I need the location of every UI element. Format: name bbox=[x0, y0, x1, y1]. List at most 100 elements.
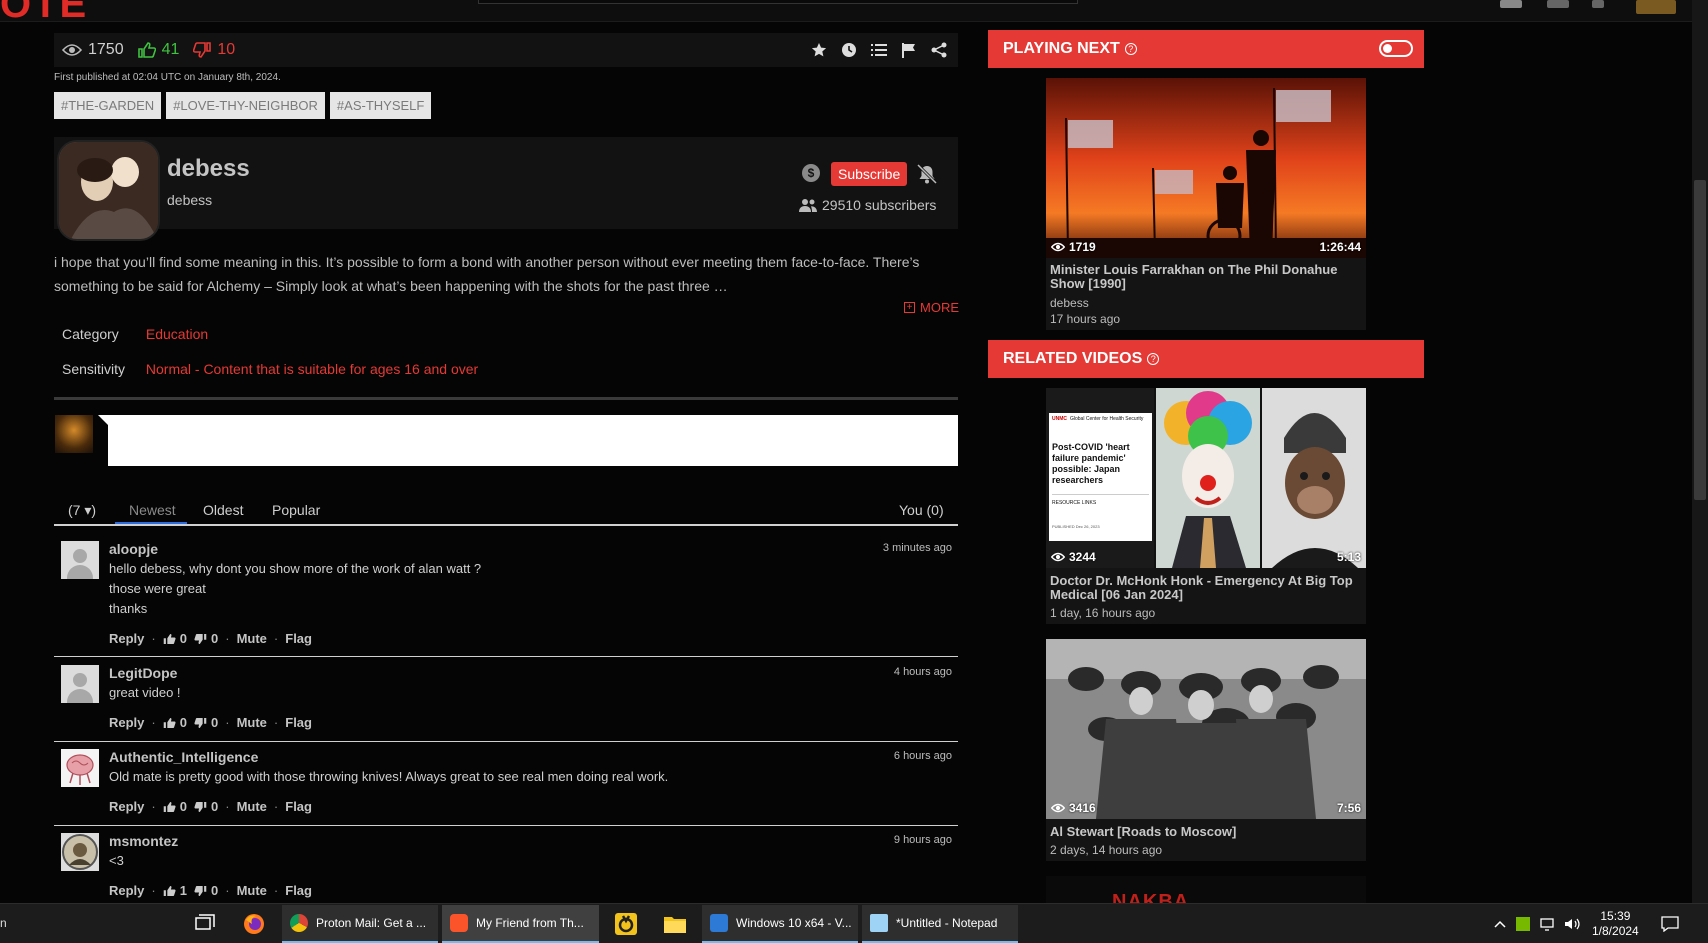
commenter-name[interactable]: Authentic_Intelligence bbox=[109, 749, 258, 765]
reply-button[interactable]: Reply bbox=[109, 631, 144, 646]
star-icon[interactable] bbox=[1500, 0, 1522, 8]
video-card[interactable]: UNMC Global Center for Health Security Po… bbox=[1046, 388, 1366, 624]
channel-avatar[interactable] bbox=[57, 140, 160, 241]
video-title[interactable]: Al Stewart [Roads to Moscow] bbox=[1050, 825, 1362, 839]
tab-newest[interactable]: Newest bbox=[129, 502, 176, 518]
video-thumbnail[interactable] bbox=[1046, 639, 1366, 819]
flag-button[interactable]: Flag bbox=[285, 715, 312, 730]
tab-oldest[interactable]: Oldest bbox=[203, 502, 243, 518]
more-button[interactable]: + MORE bbox=[904, 300, 959, 315]
comment-count-dropdown[interactable]: (7 ▾) bbox=[68, 502, 96, 519]
thumbs-down-icon bbox=[193, 42, 212, 58]
file-explorer-icon[interactable] bbox=[663, 912, 687, 936]
comment-input[interactable] bbox=[108, 415, 958, 466]
playlist-icon[interactable] bbox=[870, 41, 888, 59]
tag-link[interactable]: #AS-THYSELF bbox=[329, 92, 432, 119]
commenter-name[interactable]: aloopje bbox=[109, 541, 158, 557]
mute-button[interactable]: Mute bbox=[237, 631, 267, 646]
subscribe-button[interactable]: Subscribe bbox=[831, 162, 908, 186]
commenter-avatar[interactable] bbox=[61, 665, 99, 703]
flag-icon[interactable] bbox=[900, 41, 918, 59]
video-card[interactable]: 1719 1:26:44 Minister Louis Farrakhan on… bbox=[1046, 78, 1366, 330]
flag-button[interactable]: Flag bbox=[285, 883, 312, 898]
help-icon[interactable]: ? bbox=[1147, 353, 1160, 365]
nvidia-icon[interactable] bbox=[1516, 917, 1530, 931]
taskbar-app-brave[interactable]: My Friend from Th... bbox=[442, 905, 599, 943]
taskbar-app-vmware[interactable]: Windows 10 x64 - V... bbox=[702, 905, 858, 943]
tag-link[interactable]: #LOVE-THY-NEIGHBOR bbox=[166, 92, 325, 119]
flag-button[interactable]: Flag bbox=[285, 631, 312, 646]
firefox-icon[interactable] bbox=[242, 912, 266, 936]
like-button[interactable]: 41 bbox=[137, 41, 179, 59]
my-avatar bbox=[55, 415, 93, 453]
app-icon-yellow[interactable] bbox=[614, 912, 638, 936]
scrollbar[interactable] bbox=[1692, 0, 1708, 903]
clock-icon[interactable] bbox=[840, 41, 858, 59]
bell-icon[interactable] bbox=[1592, 0, 1604, 8]
commenter-name[interactable]: msmontez bbox=[109, 833, 178, 849]
mute-button[interactable]: Mute bbox=[237, 715, 267, 730]
upvote-button[interactable]: 0 bbox=[163, 715, 187, 730]
comment-text: great video ! bbox=[109, 685, 181, 700]
user-avatar[interactable] bbox=[1636, 0, 1676, 14]
tab-you[interactable]: You (0) bbox=[899, 502, 944, 518]
upvote-button[interactable]: 1 bbox=[163, 883, 187, 898]
video-title[interactable]: Minister Louis Farrakhan on The Phil Don… bbox=[1050, 263, 1362, 291]
eye-icon bbox=[1051, 242, 1065, 252]
upvote-button[interactable]: 0 bbox=[163, 799, 187, 814]
channel-name[interactable]: debess bbox=[167, 155, 250, 183]
tab-popular[interactable]: Popular bbox=[272, 502, 320, 518]
upload-icon[interactable] bbox=[1547, 0, 1569, 8]
scrollbar-thumb[interactable] bbox=[1694, 180, 1706, 500]
category-link[interactable]: Education bbox=[146, 326, 208, 342]
related-videos-header: RELATED VIDEOS ? bbox=[988, 340, 1424, 378]
commenter-avatar[interactable] bbox=[61, 541, 99, 579]
share-icon[interactable] bbox=[930, 41, 948, 59]
site-logo[interactable]: OTE bbox=[0, 0, 88, 21]
thumbs-down-icon bbox=[194, 801, 207, 812]
video-card[interactable]: NAKBA bbox=[1046, 876, 1366, 903]
chevron-up-icon[interactable] bbox=[1493, 917, 1507, 931]
upvote-button[interactable]: 0 bbox=[163, 631, 187, 646]
eye-icon bbox=[1051, 552, 1065, 562]
video-thumbnail[interactable] bbox=[1046, 78, 1366, 258]
notifications-icon[interactable] bbox=[1661, 916, 1679, 933]
network-icon[interactable] bbox=[1540, 917, 1554, 931]
taskbar-app-chrome[interactable]: Proton Mail: Get a ... bbox=[282, 905, 438, 943]
downvote-button[interactable]: 0 bbox=[194, 799, 218, 814]
search-input[interactable] bbox=[478, 0, 1078, 4]
help-icon[interactable]: ? bbox=[1124, 43, 1137, 55]
reply-button[interactable]: Reply bbox=[109, 715, 144, 730]
task-view-icon[interactable] bbox=[193, 912, 217, 936]
star-icon[interactable] bbox=[810, 41, 828, 59]
video-actions bbox=[810, 41, 948, 59]
reply-button[interactable]: Reply bbox=[109, 883, 144, 898]
system-clock[interactable]: 15:39 1/8/2024 bbox=[1592, 909, 1639, 939]
volume-icon[interactable] bbox=[1564, 917, 1580, 931]
downvote-button[interactable]: 0 bbox=[194, 715, 218, 730]
video-title[interactable]: Doctor Dr. McHonk Honk - Emergency At Bi… bbox=[1050, 574, 1362, 602]
autoplay-toggle[interactable] bbox=[1379, 40, 1413, 57]
mute-button[interactable]: Mute bbox=[237, 883, 267, 898]
comment-box-notch bbox=[98, 415, 108, 425]
downvote-button[interactable]: 0 bbox=[194, 631, 218, 646]
tag-link[interactable]: #THE-GARDEN bbox=[54, 92, 162, 119]
video-card[interactable]: 3416 7:56 Al Stewart [Roads to Moscow] 2… bbox=[1046, 639, 1366, 861]
thumbs-up-icon bbox=[163, 801, 176, 812]
view-count: 3416 bbox=[1051, 801, 1096, 815]
reply-button[interactable]: Reply bbox=[109, 799, 144, 814]
dislike-button[interactable]: 10 bbox=[193, 41, 235, 59]
comment-time: 9 hours ago bbox=[893, 834, 952, 846]
notification-off-icon[interactable] bbox=[916, 163, 938, 187]
commenter-avatar[interactable] bbox=[61, 749, 99, 787]
taskbar-app-notepad[interactable]: *Untitled - Notepad bbox=[862, 905, 1018, 943]
video-thumbnail[interactable]: UNMC Global Center for Health Security Po… bbox=[1046, 388, 1366, 568]
commenter-name[interactable]: LegitDope bbox=[109, 665, 177, 681]
video-channel[interactable]: debess bbox=[1050, 296, 1089, 310]
commenter-avatar[interactable] bbox=[61, 833, 99, 871]
downvote-button[interactable]: 0 bbox=[194, 883, 218, 898]
flag-button[interactable]: Flag bbox=[285, 799, 312, 814]
mute-button[interactable]: Mute bbox=[237, 799, 267, 814]
sensitivity-link[interactable]: Normal - Content that is suitable for ag… bbox=[146, 361, 478, 377]
tip-icon[interactable]: $ bbox=[802, 164, 820, 182]
